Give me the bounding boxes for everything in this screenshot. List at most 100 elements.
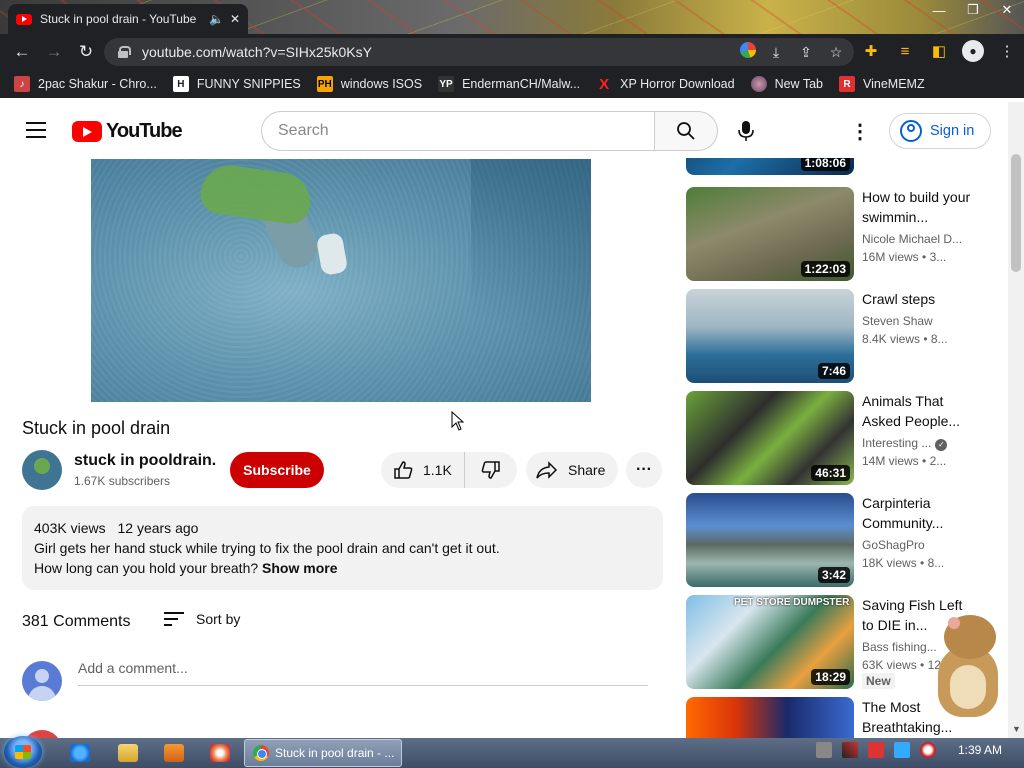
media-queue-icon[interactable]: ≡ [894,40,916,62]
bookmark-label: 2pac Shakur - Chro... [38,77,157,91]
show-more-link[interactable]: Show more [262,560,337,576]
sort-label: Sort by [196,611,241,627]
channel-name[interactable]: stuck in pooldrain. [74,452,216,470]
taskbar-chrome-window[interactable]: Stuck in pool drain - ... [244,739,402,767]
hamburger-menu-icon[interactable] [26,122,46,138]
thumbs-down-icon [481,461,500,479]
thumbnail[interactable]: 7:46 [686,289,854,383]
more-actions-icon[interactable]: ··· [626,452,662,488]
address-bar[interactable]: youtube.com/watch?v=SIHx25k0KsY ⤓ ⇪ ☆ [104,38,854,66]
duration-badge: 3:42 [817,567,850,583]
recommendation-channel[interactable]: GoShagPro [862,538,972,552]
voice-search-button[interactable] [726,111,766,151]
bookmark-star-icon[interactable]: ☆ [826,42,846,62]
like-count: 1.1K [423,462,452,478]
tray-app-icon[interactable] [815,742,832,758]
recommendation-channel[interactable]: Interesting ... ✓ [862,436,972,451]
h-logo-icon: H [172,76,189,92]
verified-check-icon: ✓ [935,439,948,451]
bookmark-item[interactable]: New Tab [750,76,823,92]
settings-kebab-icon[interactable]: ⋮ [850,120,870,143]
paint-icon[interactable] [210,744,230,762]
recommendation-title[interactable]: Animals That Asked People... [862,391,972,431]
chrome-menu-icon[interactable]: ⋮ [996,40,1018,62]
channel-avatar[interactable] [22,450,62,490]
upload-age: 12 years ago [117,520,199,536]
recommendation-title[interactable]: How to build your swimmin... [862,187,972,227]
media-player-icon[interactable] [164,744,184,762]
forward-arrow-icon[interactable]: → [38,37,70,67]
like-dislike-group: 1.1K [381,452,517,488]
new-badge: New [862,673,895,689]
network-icon[interactable] [893,742,910,758]
description-text: How long can you hold your breath? [34,560,259,576]
music-icon: ♪ [14,76,30,92]
recommendation-channel[interactable]: Nicole Michael D... [862,232,972,246]
tray-flag-icon[interactable] [867,742,884,758]
start-button[interactable] [4,736,42,768]
window-controls: — ❐ ✕ [922,0,1024,20]
minimize-icon[interactable]: — [922,0,956,20]
video-player[interactable] [91,159,591,402]
recommendation-title[interactable]: Carpinteria Community... [862,493,972,533]
page-scrollbar[interactable]: ▼ [1008,102,1024,738]
bookmark-item[interactable]: PH windows ISOS [316,76,423,92]
task-label: Stuck in pool drain - ... [275,746,395,760]
share-button[interactable]: Share [526,452,618,488]
bookmark-item[interactable]: X XP Horror Download [596,76,734,93]
search-button[interactable] [654,111,718,151]
recommendation-item[interactable]: 7:46 Crawl steps Steven Shaw 8.4K views … [686,289,996,383]
recommendation-title[interactable]: Crawl steps [862,289,972,309]
bookmark-item[interactable]: R VineMEMZ [839,76,925,92]
r-logo-icon: R [839,76,855,92]
side-panel-icon[interactable]: ◧ [928,40,950,62]
internet-explorer-icon[interactable] [70,744,90,762]
thumbnail[interactable]: 46:31 [686,391,854,485]
sign-in-label: Sign in [930,123,975,139]
thumbnail[interactable]: 1:22:03 [686,187,854,281]
extensions-puzzle-icon[interactable]: ✚ [860,40,882,62]
bookmark-item[interactable]: ♪ 2pac Shakur - Chro... [14,76,157,92]
scroll-down-arrow-icon[interactable]: ▼ [1012,724,1021,734]
video-title: Stuck in pool drain [22,418,171,438]
speaker-mute-icon[interactable]: 🔈 [209,12,224,26]
recommendation-item[interactable]: 46:31 Animals That Asked People... Inter… [686,391,996,485]
thumbnail[interactable]: PET STORE DUMPSTER 18:29 [686,595,854,689]
restore-icon[interactable]: ❐ [956,0,990,20]
tab-youtube[interactable]: Stuck in pool drain - YouTube 🔈 ✕ [8,4,248,34]
bookmark-label: EndermanCH/Malw... [462,77,581,91]
description-box[interactable]: 403K views 12 years ago Girl gets her ha… [22,506,663,590]
recommendation-item[interactable]: 1:22:03 How to build your swimmin... Nic… [686,187,996,281]
thumbnail[interactable]: 3:42 [686,493,854,587]
close-window-icon[interactable]: ✕ [990,0,1024,20]
back-arrow-icon[interactable]: ← [6,37,38,67]
bookmark-item[interactable]: YP EndermanCH/Malw... [438,76,580,92]
ph-logo-icon: PH [316,76,333,92]
subscribe-button[interactable]: Subscribe [230,452,324,488]
description-line-2: How long can you hold your breath? Show … [34,558,651,578]
youtube-logo[interactable]: YouTube [72,120,183,143]
bookmark-item[interactable]: H FUNNY SNIPPIES [172,76,301,92]
tray-sword-icon[interactable] [841,742,858,758]
reload-icon[interactable]: ↻ [70,37,102,67]
google-icon[interactable] [740,42,756,58]
install-icon[interactable]: ⤓ [766,42,786,62]
bookmark-label: windows ISOS [340,77,423,91]
share-page-icon[interactable]: ⇪ [796,42,816,62]
folder-icon[interactable] [118,744,138,762]
like-button[interactable]: 1.1K [381,452,465,488]
volume-icon[interactable] [919,742,936,758]
clock[interactable]: 1:39 AM [958,743,1002,757]
sort-by-button[interactable]: Sort by [164,611,240,627]
user-avatar [22,661,62,701]
recommendation-item[interactable]: 3:42 Carpinteria Community... GoShagPro … [686,493,996,587]
tab-close-icon[interactable]: ✕ [230,12,240,26]
search-input[interactable]: Search [261,111,655,151]
recommendation-channel[interactable]: Steven Shaw [862,314,972,328]
thumbnail[interactable] [686,697,854,738]
sign-in-button[interactable]: Sign in [889,113,991,149]
add-comment-input[interactable]: Add a comment... [78,660,648,686]
profile-avatar-icon[interactable]: ● [962,40,984,62]
dislike-button[interactable] [465,460,517,480]
scrollbar-thumb[interactable] [1011,154,1021,272]
